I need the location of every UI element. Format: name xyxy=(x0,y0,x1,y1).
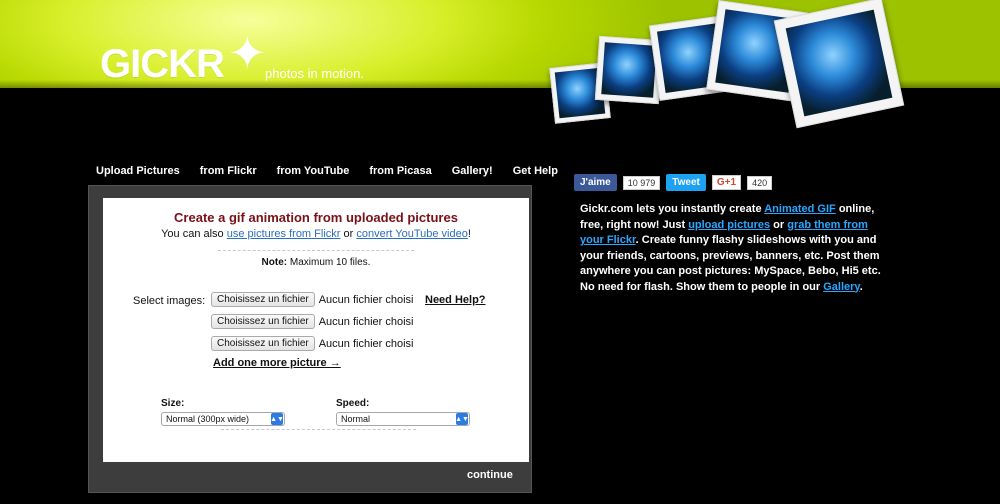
add-more-picture-link[interactable]: Add one more picture → xyxy=(213,357,341,369)
file-input-button[interactable]: Choisissez un fichier xyxy=(211,292,315,307)
subtitle-prefix: You can also xyxy=(161,228,224,240)
select-images-label: Select images: xyxy=(133,295,206,307)
facebook-like-button[interactable]: J'aime xyxy=(574,174,617,191)
chevron-updown-icon: ▲▼ xyxy=(270,413,284,425)
nav-from-flickr[interactable]: from Flickr xyxy=(200,165,257,177)
need-help-link[interactable]: Need Help? xyxy=(425,294,486,306)
file-input-button[interactable]: Choisissez un fichier xyxy=(211,314,315,329)
file-input-button[interactable]: Choisissez un fichier xyxy=(211,336,315,351)
file-input-row: Choisissez un fichier Aucun fichier choi… xyxy=(211,292,414,307)
youtube-link[interactable]: convert YouTube video xyxy=(356,228,468,240)
upload-panel: Create a gif animation from uploaded pic… xyxy=(88,185,532,493)
upload-form: Create a gif animation from uploaded pic… xyxy=(103,198,529,462)
tagline: photos in motion. xyxy=(265,66,365,81)
facebook-like-count: 10 979 xyxy=(622,175,661,190)
speed-select[interactable]: Normal ▲▼ xyxy=(336,412,470,426)
subtitle-or: or xyxy=(343,228,354,240)
photo-frame xyxy=(773,0,905,129)
divider xyxy=(218,250,414,251)
social-buttons: J'aime 10 979 Tweet G+1 420 xyxy=(574,174,773,191)
site-logo[interactable]: GICKR xyxy=(100,42,225,87)
nav-from-youtube[interactable]: from YouTube xyxy=(277,165,350,177)
speed-label: Speed: xyxy=(336,398,370,409)
main-nav: Upload Pictures from Flickr from YouTube… xyxy=(96,165,558,177)
subtitle-suffix: ! xyxy=(467,228,471,240)
nav-gallery[interactable]: Gallery! xyxy=(452,165,493,177)
file-input-row: Choisissez un fichier Aucun fichier choi… xyxy=(211,336,414,351)
size-label: Size: xyxy=(161,398,185,409)
note-label: Note: xyxy=(261,257,288,268)
gallery-link[interactable]: Gallery xyxy=(823,281,860,293)
size-control: Size: Normal (300px wide) ▲▼ xyxy=(161,398,285,426)
file-input-row: Choisissez un fichier Aucun fichier choi… xyxy=(211,314,414,329)
tweet-button[interactable]: Tweet xyxy=(666,174,706,191)
nav-upload-pictures[interactable]: Upload Pictures xyxy=(96,165,180,177)
form-title: Create a gif animation from uploaded pic… xyxy=(174,210,458,225)
file-status: Aucun fichier choisi xyxy=(318,337,414,350)
file-status: Aucun fichier choisi xyxy=(318,293,414,306)
google-plus-button[interactable]: G+1 xyxy=(711,175,742,190)
nav-from-picasa[interactable]: from Picasa xyxy=(369,165,431,177)
description-part-1: Gickr.com lets you instantly create xyxy=(580,203,762,215)
description-part-5: . xyxy=(859,280,863,293)
continue-button[interactable]: continue xyxy=(467,469,513,481)
description-part-3: or xyxy=(773,218,785,231)
animated-gif-link[interactable]: Animated GIF xyxy=(764,203,836,215)
divider xyxy=(221,429,416,430)
nav-get-help[interactable]: Get Help xyxy=(513,165,558,177)
google-plus-count: 420 xyxy=(747,175,773,190)
upload-pictures-link[interactable]: upload pictures xyxy=(688,219,770,231)
speed-select-value: Normal xyxy=(341,414,371,424)
chevron-updown-icon: ▲▼ xyxy=(455,413,469,425)
size-select-value: Normal (300px wide) xyxy=(166,414,250,424)
photo-stack xyxy=(540,0,920,170)
speed-control: Speed: Normal ▲▼ xyxy=(336,398,470,426)
file-status: Aucun fichier choisi xyxy=(318,315,414,328)
flickr-link[interactable]: use pictures from Flickr xyxy=(227,228,341,240)
size-select[interactable]: Normal (300px wide) ▲▼ xyxy=(161,412,285,426)
site-description: Gickr.com lets you instantly create Anim… xyxy=(580,202,885,295)
star-icon: ✦ xyxy=(228,27,267,79)
form-subtitle: You can also use pictures from Flickr or… xyxy=(103,228,529,240)
file-limit-note: Note: Maximum 10 files. xyxy=(103,257,529,268)
note-text: Maximum 10 files. xyxy=(289,257,371,268)
